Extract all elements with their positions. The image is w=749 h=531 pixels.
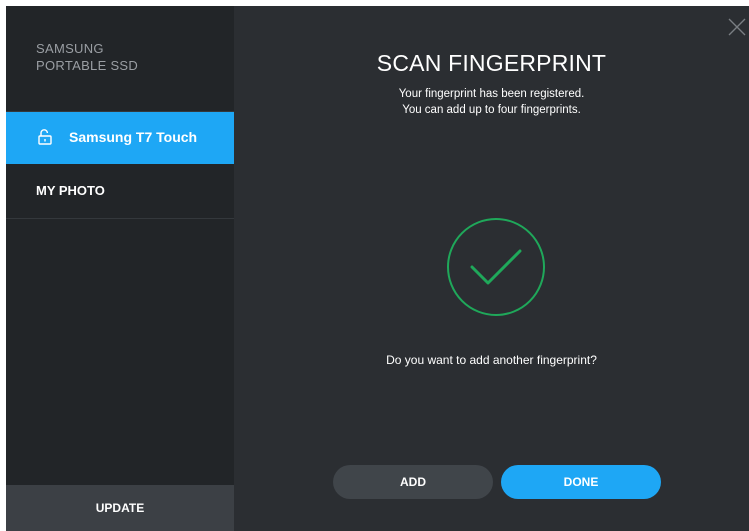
update-button[interactable]: UPDATE <box>6 485 234 531</box>
app-window: SAMSUNG PORTABLE SSD Samsung T7 Touch MY… <box>6 6 749 531</box>
done-button[interactable]: DONE <box>501 465 661 499</box>
sidebar-item-samsung-t7-touch[interactable]: Samsung T7 Touch <box>6 112 234 164</box>
sidebar-divider <box>6 218 234 219</box>
brand-logo: SAMSUNG PORTABLE SSD <box>36 40 138 74</box>
close-icon[interactable] <box>728 18 746 36</box>
add-fingerprint-question: Do you want to add another fingerprint? <box>386 353 597 367</box>
sidebar-item-my-photo[interactable]: MY PHOTO <box>6 166 234 218</box>
brand-line-2: PORTABLE SSD <box>36 58 139 73</box>
add-button[interactable]: ADD <box>333 465 493 499</box>
sidebar-item-label: Samsung T7 Touch <box>69 129 198 145</box>
description-line-2: You can add up to four fingerprints. <box>402 104 581 116</box>
description: Your fingerprint has been registered. Yo… <box>234 86 749 118</box>
sidebar: SAMSUNG PORTABLE SSD Samsung T7 Touch MY… <box>6 6 234 531</box>
page-title: SCAN FINGERPRINT <box>376 50 607 76</box>
checkmark-circle-icon <box>447 218 545 316</box>
description-line-1: Your fingerprint has been registered. <box>398 88 585 100</box>
unlocked-padlock-icon <box>38 129 52 145</box>
sidebar-item-label: MY PHOTO <box>36 183 105 198</box>
brand-line-1: SAMSUNG <box>36 41 104 56</box>
